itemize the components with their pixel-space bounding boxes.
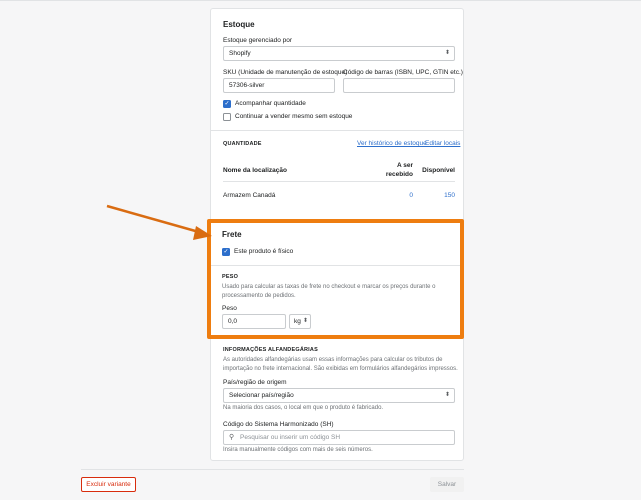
save-button[interactable]: Salvar [430, 477, 464, 492]
annotation-arrow-icon [106, 204, 212, 240]
delete-variant-button[interactable]: Excluir variante [81, 477, 136, 492]
footer-divider [81, 469, 464, 470]
